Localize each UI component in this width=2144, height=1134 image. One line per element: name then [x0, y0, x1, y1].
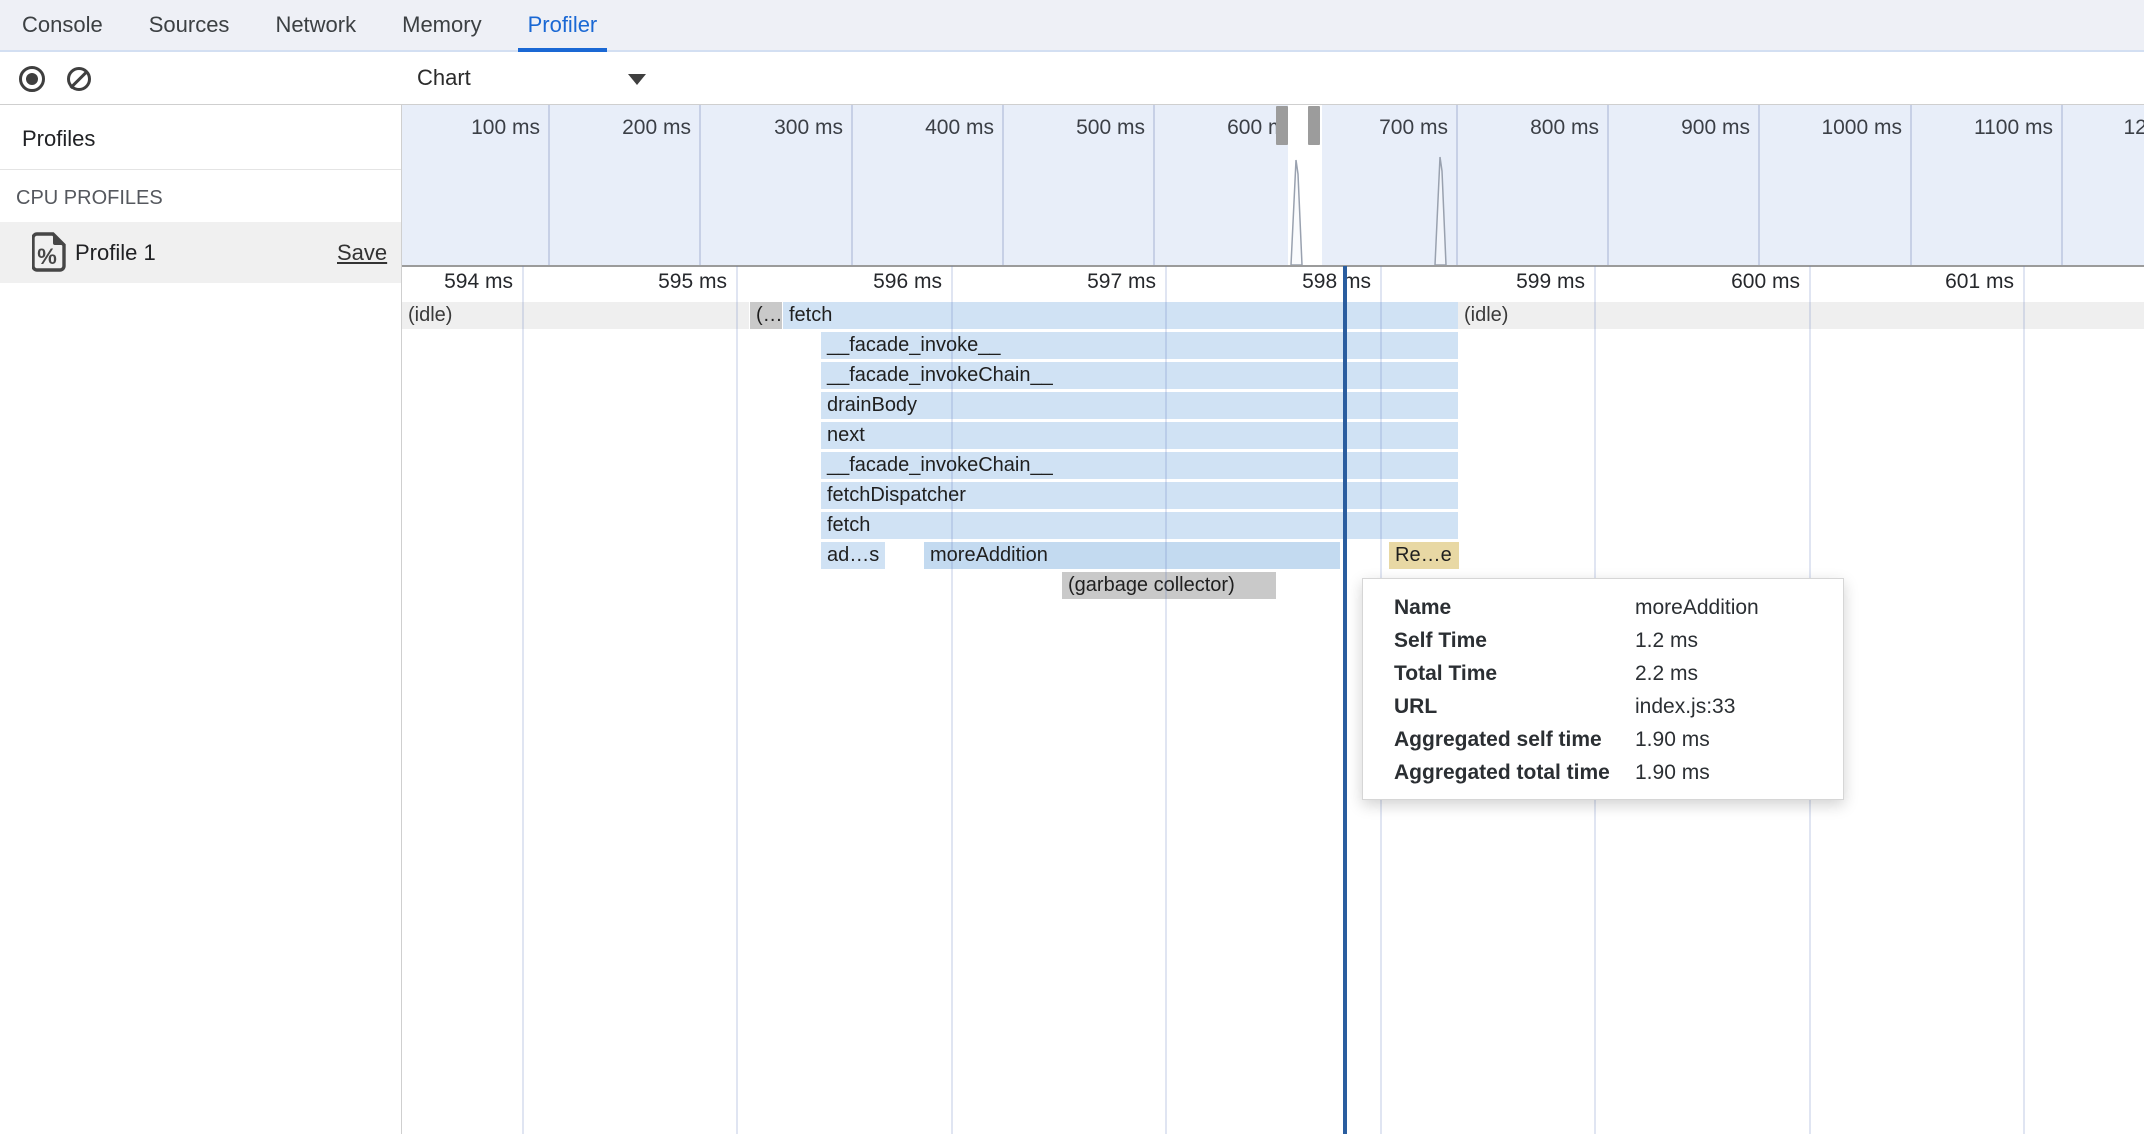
overview-gridline: [1002, 105, 1004, 265]
flame-chart-time-header: 594 ms 595 ms 596 ms 597 ms 598 ms 599 m…: [402, 267, 2144, 297]
tooltip-value: 2.2 ms: [1635, 657, 1843, 690]
flame-bar-facade-invokechain[interactable]: __facade_invokeChain__: [821, 452, 1458, 479]
overview-gridline: [2061, 105, 2063, 265]
clear-profiles-button[interactable]: [67, 67, 91, 91]
overview-gridline: [699, 105, 701, 265]
tooltip-label: URL: [1363, 690, 1635, 723]
flame-bar-idle[interactable]: (idle): [402, 302, 749, 329]
tooltip-value: 1.90 ms: [1635, 723, 1843, 756]
tooltip-label: Name: [1363, 591, 1635, 624]
ms-gridline: [1165, 266, 1167, 1134]
record-icon: [26, 73, 38, 85]
tooltip-value: 1.2 ms: [1635, 624, 1843, 657]
devtools-tab-bar: Console Sources Network Memory Profiler: [0, 0, 2144, 52]
overview-gridline: [1456, 105, 1458, 265]
clear-icon: [69, 70, 88, 89]
overview-gridline: [1758, 105, 1760, 265]
time-tick-label: 599 ms: [1474, 267, 1585, 297]
ms-gridline: [2023, 266, 2025, 1134]
overview-tick-label: 100 ms: [438, 112, 540, 144]
flame-bar-idle[interactable]: (idle): [1458, 302, 2144, 329]
ms-gridline: [736, 266, 738, 1134]
overview-tick-label: 900 ms: [1648, 112, 1750, 144]
cpu-activity-spike: [1434, 155, 1448, 265]
profiles-header: Profiles: [22, 126, 95, 152]
overview-tick-label: 400 ms: [892, 112, 994, 144]
ms-gridline: [951, 266, 953, 1134]
flame-bar-facade-invoke[interactable]: __facade_invoke__: [821, 332, 1458, 359]
sidebar-divider: [0, 169, 401, 170]
flame-bar-facade-invokechain[interactable]: __facade_invokeChain__: [821, 362, 1458, 389]
selection-left-handle[interactable]: [1276, 106, 1288, 145]
cpu-activity-spike: [1290, 158, 1304, 265]
tooltip-label: Total Time: [1363, 657, 1635, 690]
chevron-down-icon: [628, 74, 646, 85]
time-tick-label: 600 ms: [1689, 267, 1800, 297]
tab-console[interactable]: Console: [12, 0, 113, 50]
view-mode-value: Chart: [417, 52, 471, 104]
overview-tick-label: 1100 ms: [1951, 112, 2053, 144]
flame-bar-response[interactable]: Re…e: [1389, 542, 1459, 569]
time-tick-label: 601 ms: [1903, 267, 2014, 297]
overview-tick-label: 300 ms: [741, 112, 843, 144]
time-tick-label: 596 ms: [831, 267, 942, 297]
overview-gridline: [1607, 105, 1609, 265]
profile-document-icon: %: [32, 232, 66, 272]
overview-tick-label: 800 ms: [1497, 112, 1599, 144]
timeline-overview[interactable]: 100 ms 200 ms 300 ms 400 ms 500 ms 600 m…: [402, 105, 2144, 267]
flame-bar-moreaddition[interactable]: moreAddition: [924, 542, 1340, 569]
flame-bar-next[interactable]: next: [821, 422, 1458, 449]
tab-sources[interactable]: Sources: [139, 0, 240, 50]
overview-tick-label: 700 ms: [1346, 112, 1448, 144]
time-tick-label: 594 ms: [402, 267, 513, 297]
flame-bar-fetchdispatcher[interactable]: fetchDispatcher: [821, 482, 1458, 509]
tooltip-label: Aggregated self time: [1363, 723, 1635, 756]
time-tick-label: 597 ms: [1045, 267, 1156, 297]
flame-bar-garbage-collector[interactable]: (garbage collector): [1062, 572, 1276, 599]
record-profile-button[interactable]: [19, 66, 45, 92]
tooltip-value: index.js:33: [1635, 690, 1843, 723]
cpu-profiles-section-label: CPU PROFILES: [16, 187, 163, 210]
flame-bar-fetch[interactable]: fetch: [821, 512, 1458, 539]
flame-bar-fetch[interactable]: fetch: [783, 302, 1458, 329]
overview-gridline: [1910, 105, 1912, 265]
overview-tick-label: 200 ms: [589, 112, 691, 144]
profiler-toolbar: [0, 52, 2144, 105]
view-mode-dropdown[interactable]: Chart: [402, 52, 662, 104]
overview-gridline: [548, 105, 550, 265]
flame-bar-drainbody[interactable]: drainBody: [821, 392, 1458, 419]
tab-network[interactable]: Network: [265, 0, 366, 50]
frame-details-tooltip: NamemoreAddition Self Time1.2 ms Total T…: [1362, 578, 1844, 800]
selection-right-handle[interactable]: [1308, 106, 1320, 145]
flame-bar-truncated[interactable]: (…: [750, 302, 782, 329]
svg-text:%: %: [37, 244, 57, 269]
overview-tick-label: 500 ms: [1043, 112, 1145, 144]
flame-bar-addnumbers[interactable]: ad…s: [821, 542, 885, 569]
tab-memory[interactable]: Memory: [392, 0, 491, 50]
overview-gridline: [1153, 105, 1155, 265]
time-tick-label: 598 ms: [1260, 267, 1371, 297]
tab-profiler[interactable]: Profiler: [518, 0, 608, 50]
tooltip-value: 1.90 ms: [1635, 756, 1843, 789]
overview-gridline: [851, 105, 853, 265]
overview-tick-label: 1000 ms: [1800, 112, 1902, 144]
tooltip-label: Self Time: [1363, 624, 1635, 657]
tooltip-value: moreAddition: [1635, 591, 1843, 624]
time-marker-line[interactable]: [1343, 266, 1347, 1134]
save-profile-link[interactable]: Save: [337, 222, 387, 283]
overview-tick-label: 1200 ms: [2102, 112, 2144, 144]
ms-gridline: [522, 266, 524, 1134]
profile-name: Profile 1: [75, 222, 156, 283]
tooltip-label: Aggregated total time: [1363, 756, 1635, 789]
time-tick-label: 595 ms: [616, 267, 727, 297]
